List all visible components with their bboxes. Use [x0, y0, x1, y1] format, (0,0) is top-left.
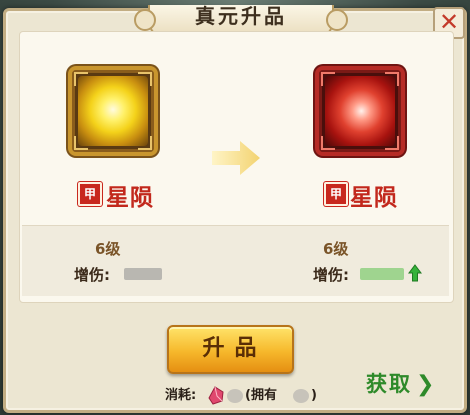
- owned-amount-hidden: [293, 389, 309, 403]
- current-level: 6级: [95, 240, 121, 258]
- next-level: 6级: [323, 240, 349, 258]
- cost-label: 消耗:: [165, 388, 197, 403]
- owned-label: (拥有: [245, 388, 277, 403]
- grade-badge: 甲: [78, 182, 102, 206]
- next-damage-label: 增伤:: [313, 266, 349, 284]
- current-skill-name: 星陨: [106, 185, 154, 211]
- grade-badge: 甲: [324, 182, 348, 206]
- close-paren: ): [311, 388, 317, 403]
- green-up-arrow-icon: [408, 264, 422, 282]
- obtain-link[interactable]: 获取 ❯: [366, 370, 436, 398]
- crimson-star-orb-icon[interactable]: [315, 66, 405, 156]
- obtain-label: 获取: [366, 372, 412, 396]
- right-arrow-icon: [212, 141, 260, 175]
- current-damage-label: 增伤:: [74, 266, 110, 284]
- golden-star-orb-icon[interactable]: [68, 66, 158, 156]
- next-skill-name: 星陨: [350, 185, 398, 211]
- upgrade-button[interactable]: 升品: [167, 325, 294, 374]
- stats-band: [22, 225, 449, 296]
- next-damage-value-hidden: [360, 268, 404, 280]
- dialog-title: 真元升品: [195, 4, 287, 28]
- current-damage-value-hidden: [124, 268, 162, 280]
- chevron-right-icon: ❯: [416, 372, 437, 397]
- cost-amount-hidden: [227, 389, 243, 403]
- pink-crystal-icon[interactable]: [205, 384, 227, 406]
